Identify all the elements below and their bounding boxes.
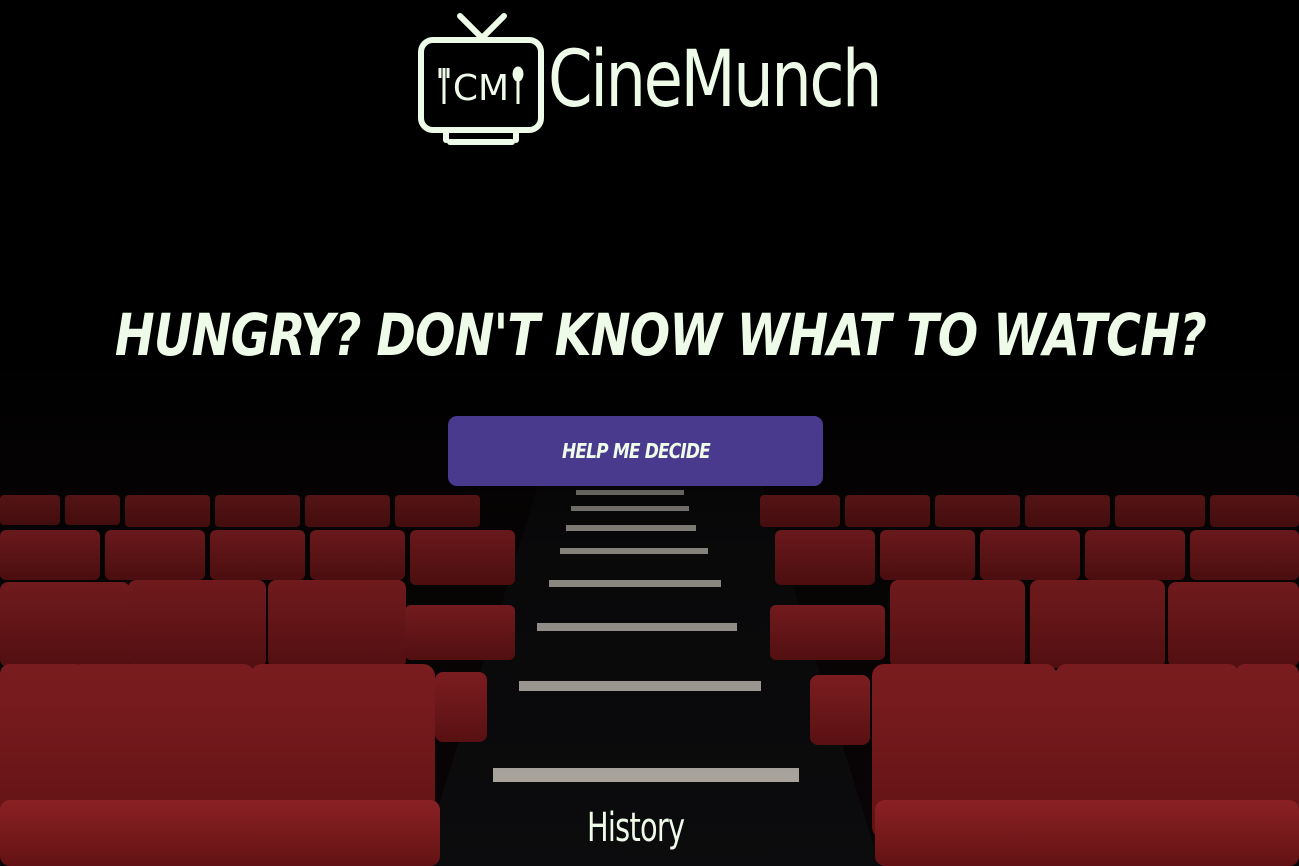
brand-name: CineMunch	[548, 35, 883, 125]
help-me-decide-button[interactable]: HELP ME DECIDE	[448, 416, 823, 486]
logo-letters: CM	[453, 68, 509, 109]
history-link[interactable]: History	[0, 798, 1272, 858]
help-me-decide-label: HELP ME DECIDE	[561, 439, 711, 463]
page: CM CineMunch HUNGRY? DON'T KNOW WHAT TO …	[0, 0, 1299, 866]
history-label: History	[587, 805, 685, 851]
tv-icon: CM	[418, 13, 544, 145]
brand-logo[interactable]: CM CineMunch	[418, 12, 883, 152]
hero-headline: HUNGRY? DON'T KNOW WHAT TO WATCH?	[114, 301, 1207, 369]
